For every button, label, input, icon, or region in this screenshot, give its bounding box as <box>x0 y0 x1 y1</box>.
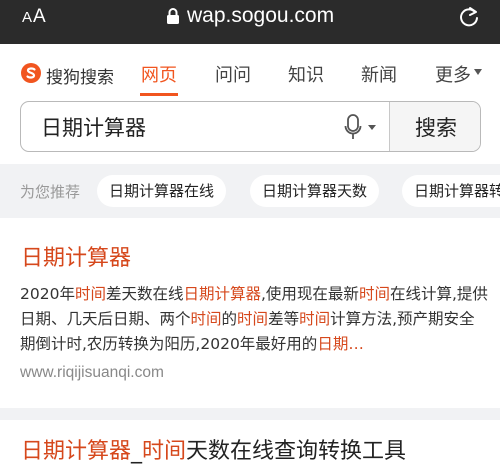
sogou-logo-icon[interactable] <box>20 62 42 84</box>
snippet-text: 2020年 <box>20 285 75 303</box>
result-title-link[interactable]: 日期计算器 <box>21 240 131 272</box>
result-url[interactable]: www.riqijisuanqi.com <box>20 364 164 382</box>
snippet-text: 差等 <box>268 310 300 328</box>
suggestion-chip[interactable]: 日期计算器天数 <box>250 175 380 207</box>
aa-large: A <box>33 6 47 27</box>
chevron-down-icon <box>474 69 482 75</box>
voice-chevron-down-icon[interactable] <box>368 125 376 130</box>
search-button[interactable]: 搜索 <box>389 102 480 151</box>
highlight-term: 时间 <box>74 285 106 303</box>
microphone-icon[interactable] <box>344 114 362 144</box>
url-text[interactable]: wap.sogou.com <box>187 4 334 28</box>
suggestion-label: 为您推荐 <box>20 183 81 201</box>
highlight-term: 日期计算器 <box>21 439 132 464</box>
highlight-term: 时间 <box>190 310 222 328</box>
top-nav: 搜狗搜索 网页 问问 知识 新闻 更多 <box>0 44 500 98</box>
search-result: 日期计算器 2020年时间差天数在线日期计算器,使用现在最新时间在线计算,提供日… <box>0 218 500 408</box>
active-tab-indicator <box>140 93 178 96</box>
search-result: 日期计算器_时间天数在线查询转换工具 <box>0 420 500 476</box>
highlight-term: 日期… <box>317 335 364 353</box>
search-input[interactable] <box>21 102 389 151</box>
highlight-term: 时间 <box>358 285 390 303</box>
text-size-button[interactable]: AA <box>22 6 47 28</box>
highlight-term: 时间 <box>142 439 187 464</box>
highlight-term: 时间 <box>237 310 269 328</box>
brand-name[interactable]: 搜狗搜索 <box>46 63 114 88</box>
aa-small: A <box>22 9 34 26</box>
lock-icon <box>166 7 180 29</box>
search-box: 搜索 <box>20 101 481 152</box>
result-snippet: 2020年时间差天数在线日期计算器,使用现在最新时间在线计算,提供日期、几天后日… <box>20 282 488 357</box>
tab-news[interactable]: 新闻 <box>361 61 397 87</box>
suggestion-chip[interactable]: 日期计算器转 <box>402 175 500 207</box>
suggestion-chip[interactable]: 日期计算器在线 <box>97 175 227 207</box>
browser-address-bar: AA wap.sogou.com <box>0 0 500 44</box>
snippet-text: 差天数在线 <box>105 285 184 303</box>
reload-icon[interactable] <box>458 5 480 33</box>
snippet-text: 天数在线查询转换工具 <box>186 439 407 464</box>
tab-knowledge[interactable]: 知识 <box>288 61 324 87</box>
snippet-text: 的 <box>221 310 238 328</box>
result-title-link[interactable]: 日期计算器_时间天数在线查询转换工具 <box>21 433 406 465</box>
tab-web[interactable]: 网页 <box>141 61 177 87</box>
tab-wenwen[interactable]: 问问 <box>215 61 251 87</box>
suggestion-bar: 为您推荐 日期计算器在线 日期计算器天数 日期计算器转 <box>0 164 500 218</box>
highlight-term: 日期计算器 <box>183 285 261 303</box>
snippet-text: _ <box>131 439 143 464</box>
result-divider <box>0 408 500 420</box>
highlight-term: 时间 <box>299 310 331 328</box>
tab-more[interactable]: 更多 <box>435 61 471 87</box>
snippet-text: ,使用现在最新 <box>261 285 359 303</box>
